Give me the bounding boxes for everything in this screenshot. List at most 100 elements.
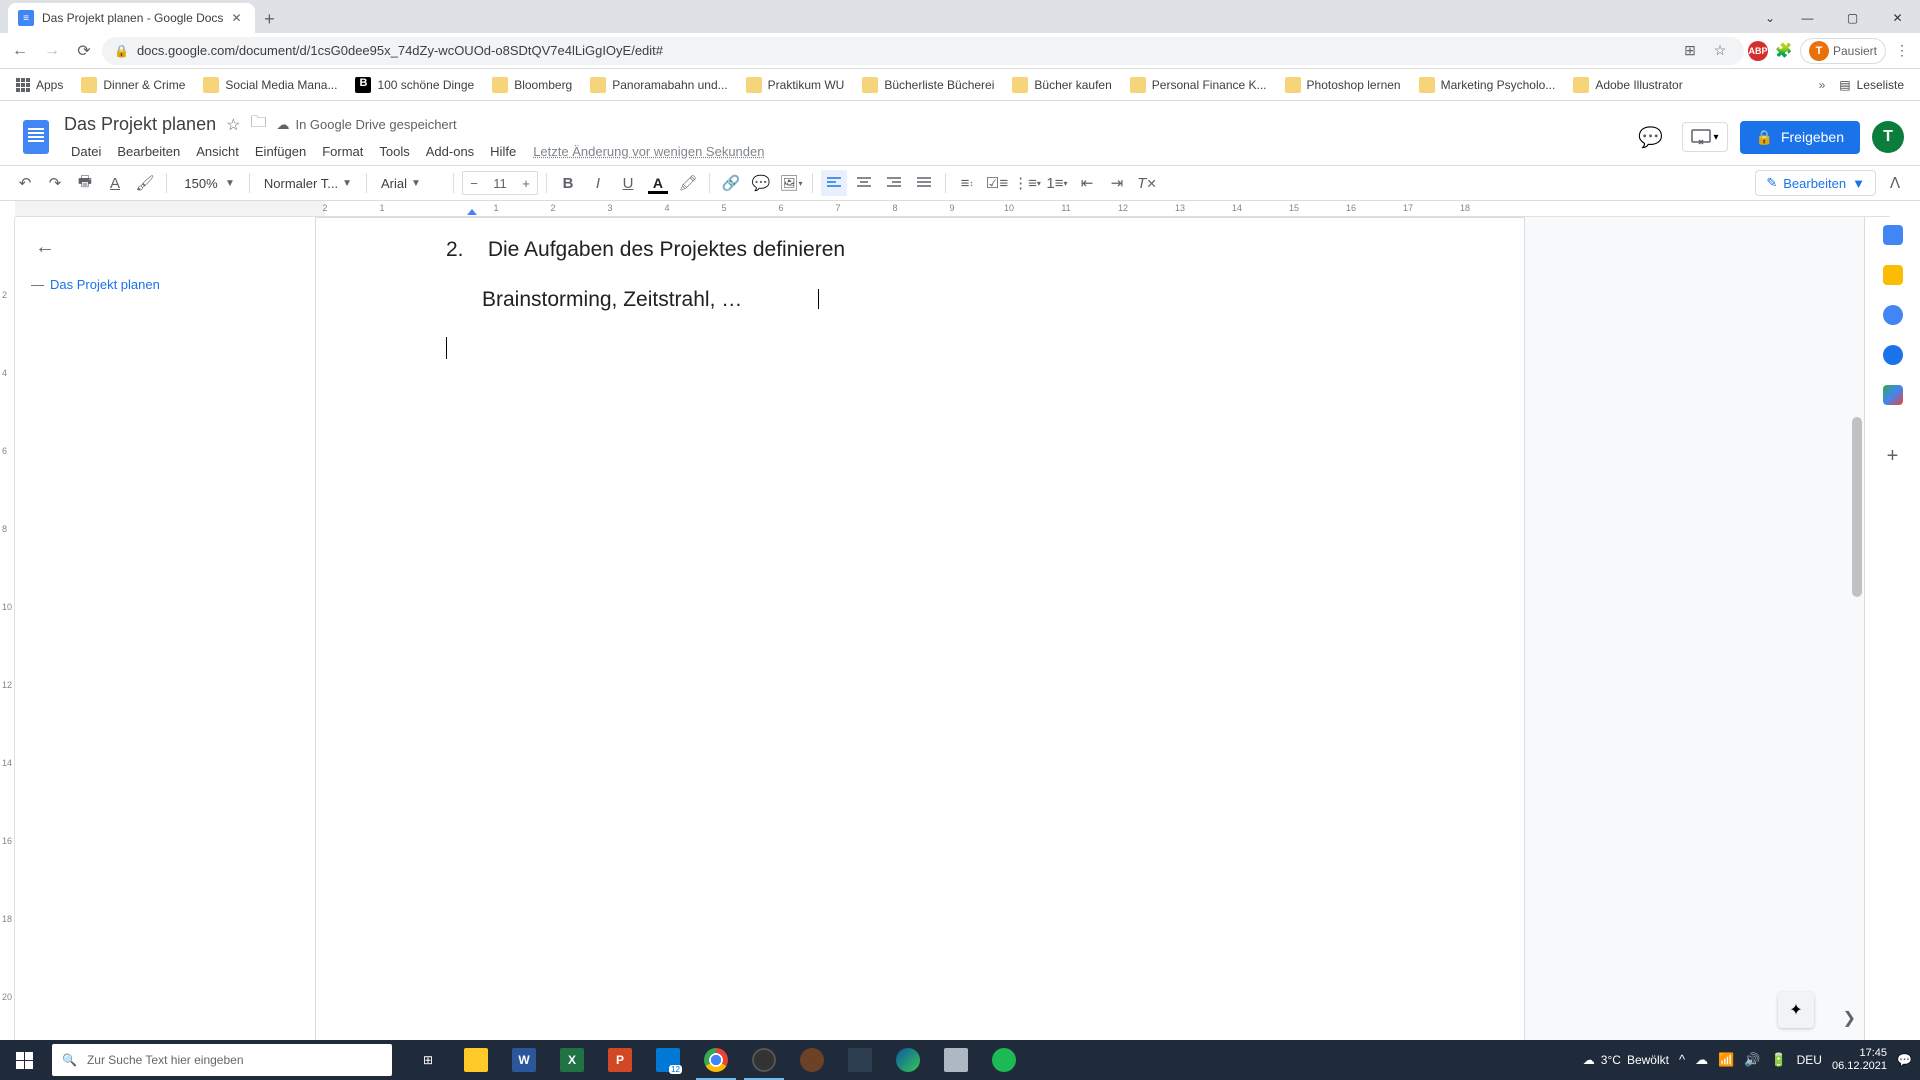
document-page[interactable]: 2. Die Aufgaben des Projektes definieren… [315, 217, 1525, 1040]
docs-home-button[interactable] [16, 117, 56, 157]
extensions-icon[interactable]: 🧩 [1772, 39, 1796, 63]
bookmark-item[interactable]: Panoramabahn und... [582, 73, 735, 97]
font-size-input[interactable]: 11 [485, 176, 515, 191]
bookmark-item[interactable]: Social Media Mana... [195, 73, 345, 97]
excel-app[interactable]: X [548, 1040, 596, 1080]
align-center-button[interactable] [851, 170, 877, 196]
powerpoint-app[interactable]: P [596, 1040, 644, 1080]
bookmark-item[interactable]: Adobe Illustrator [1565, 73, 1690, 97]
undo-button[interactable]: ↶ [12, 170, 38, 196]
tab-close-button[interactable]: ✕ [231, 11, 245, 25]
paragraph[interactable]: Brainstorming, Zeitstrahl, … [482, 286, 1394, 312]
start-button[interactable] [0, 1040, 48, 1080]
keep-icon[interactable] [1883, 265, 1903, 285]
tray-overflow-icon[interactable]: ^ [1679, 1052, 1685, 1068]
account-avatar[interactable]: T [1872, 121, 1904, 153]
notepad-app[interactable] [932, 1040, 980, 1080]
show-side-panel-button[interactable]: ❯ [1843, 1008, 1856, 1028]
battery-icon[interactable]: 🔋 [1770, 1052, 1786, 1068]
move-document-icon[interactable]: 🗀 [250, 111, 266, 138]
decrease-font-button[interactable]: − [463, 172, 485, 194]
chrome-app[interactable] [692, 1040, 740, 1080]
maximize-button[interactable]: ▢ [1830, 3, 1875, 33]
insert-image-button[interactable]: 🖼▾ [778, 170, 804, 196]
collapse-toolbar-button[interactable]: ᐱ [1882, 170, 1908, 196]
menu-addons[interactable]: Add-ons [419, 140, 481, 163]
clock[interactable]: 17:45 06.12.2021 [1832, 1047, 1887, 1073]
print-button[interactable]: 🖶 [72, 170, 98, 196]
explore-button[interactable]: ✦ [1778, 992, 1814, 1028]
menu-datei[interactable]: Datei [64, 140, 108, 163]
menu-format[interactable]: Format [315, 140, 370, 163]
star-icon[interactable]: ☆ [1708, 39, 1732, 63]
maps-icon[interactable] [1883, 385, 1903, 405]
browser-tab[interactable]: ≡ Das Projekt planen - Google Docs ✕ [8, 3, 255, 33]
bookmark-item[interactable]: Bloomberg [484, 73, 580, 97]
document-title[interactable]: Das Projekt planen [64, 114, 216, 135]
increase-font-button[interactable]: + [515, 172, 537, 194]
numbered-list-item[interactable]: 2. Die Aufgaben des Projektes definieren [446, 238, 1394, 262]
menu-bearbeiten[interactable]: Bearbeiten [110, 140, 187, 163]
bookmark-item[interactable]: Bücher kaufen [1004, 73, 1119, 97]
menu-ansicht[interactable]: Ansicht [189, 140, 246, 163]
bookmarks-overflow[interactable]: » [1819, 78, 1826, 92]
line-spacing-button[interactable]: ≡↕ [954, 170, 980, 196]
editing-mode-dropdown[interactable]: ✎ Bearbeiten ▼ [1755, 170, 1876, 196]
back-button[interactable]: ← [6, 37, 34, 65]
save-status[interactable]: ☁ In Google Drive gespeichert [276, 117, 456, 133]
horizontal-ruler[interactable]: 21123456789101112131415161718 [15, 201, 1890, 217]
vertical-ruler[interactable]: 2468101214161820 [0, 217, 15, 1040]
taskbar-search[interactable]: 🔍 Zur Suche Text hier eingeben [52, 1044, 392, 1076]
bookmark-item[interactable]: Marketing Psycholo... [1411, 73, 1564, 97]
spotify-app[interactable] [980, 1040, 1028, 1080]
file-explorer-app[interactable] [452, 1040, 500, 1080]
bookmark-item[interactable]: Praktikum WU [738, 73, 853, 97]
paragraph-style-dropdown[interactable]: Normaler T...▼ [258, 170, 358, 196]
outline-close-button[interactable]: ← [31, 233, 59, 261]
calendar-icon[interactable] [1883, 225, 1903, 245]
language-indicator[interactable]: DEU [1797, 1053, 1822, 1067]
menu-tools[interactable]: Tools [372, 140, 416, 163]
insert-link-button[interactable]: 🔗 [718, 170, 744, 196]
tasks-icon[interactable] [1883, 305, 1903, 325]
empty-paragraph[interactable] [446, 336, 1394, 360]
outline-heading[interactable]: — Das Projekt planen [23, 273, 307, 296]
text-color-button[interactable]: A [645, 170, 671, 196]
abp-extension-icon[interactable]: ABP [1748, 41, 1768, 61]
menu-hilfe[interactable]: Hilfe [483, 140, 523, 163]
italic-button[interactable]: I [585, 170, 611, 196]
word-app[interactable]: W [500, 1040, 548, 1080]
redo-button[interactable]: ↷ [42, 170, 68, 196]
decrease-indent-button[interactable]: ⇤ [1074, 170, 1100, 196]
app-7[interactable] [788, 1040, 836, 1080]
edge-app[interactable] [884, 1040, 932, 1080]
clear-formatting-button[interactable]: T✕ [1134, 170, 1160, 196]
present-button[interactable]: ▾ [1682, 122, 1727, 152]
align-right-button[interactable] [881, 170, 907, 196]
volume-icon[interactable]: 🔊 [1744, 1052, 1760, 1068]
wifi-icon[interactable]: 📶 [1718, 1052, 1734, 1068]
comments-history-icon[interactable]: 💬 [1630, 117, 1670, 157]
align-left-button[interactable] [821, 170, 847, 196]
tab-search-icon[interactable]: ⌄ [1755, 3, 1785, 33]
mail-app[interactable]: 12 [644, 1040, 692, 1080]
reload-button[interactable]: ⟳ [70, 37, 98, 65]
forward-button[interactable]: → [38, 37, 66, 65]
underline-button[interactable]: U [615, 170, 641, 196]
star-document-icon[interactable]: ☆ [226, 115, 240, 135]
highlight-button[interactable]: 🖍 [675, 170, 701, 196]
last-edit-link[interactable]: Letzte Änderung vor wenigen Sekunden [533, 144, 764, 159]
bookmark-item[interactable]: Dinner & Crime [73, 73, 193, 97]
scroll-thumb[interactable] [1852, 417, 1862, 597]
close-window-button[interactable]: ✕ [1875, 3, 1920, 33]
vertical-scrollbar[interactable] [1848, 417, 1864, 917]
apps-shortcut[interactable]: Apps [8, 74, 71, 96]
paint-format-button[interactable]: 🖌 [132, 170, 158, 196]
task-view-button[interactable]: ⊞ [404, 1040, 452, 1080]
profile-chip[interactable]: T Pausiert [1800, 38, 1886, 64]
install-app-icon[interactable]: ⊞ [1678, 39, 1702, 63]
bookmark-item[interactable]: Personal Finance K... [1122, 73, 1275, 97]
get-addons-icon[interactable]: + [1887, 445, 1899, 468]
share-button[interactable]: 🔒 Freigeben [1740, 121, 1860, 154]
onedrive-icon[interactable]: ☁ [1695, 1052, 1708, 1068]
